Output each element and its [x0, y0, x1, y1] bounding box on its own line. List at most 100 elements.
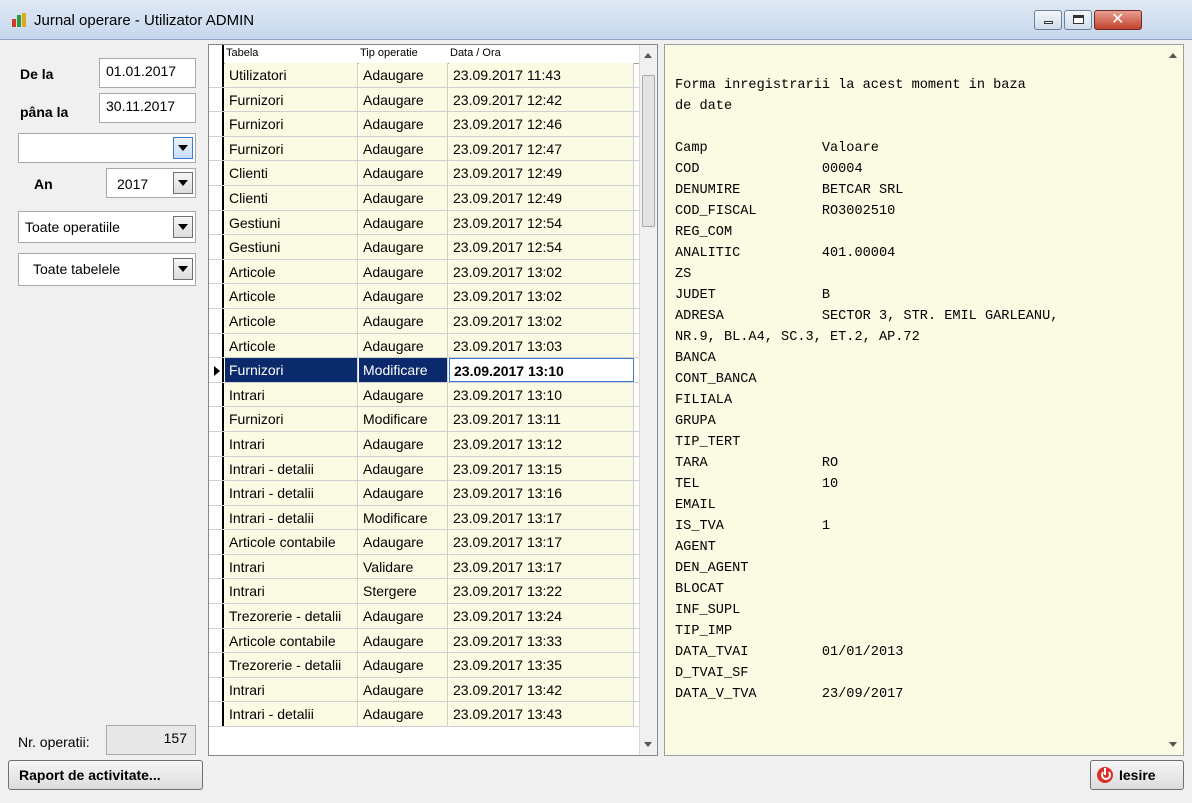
- cell-tip-operatie[interactable]: Modificare: [359, 358, 448, 382]
- cell-tip-operatie[interactable]: Adaugare: [359, 259, 448, 284]
- cell-tabela[interactable]: Furnizori: [225, 358, 358, 382]
- row-indicator[interactable]: [209, 481, 224, 505]
- cell-tabela[interactable]: Intrari: [225, 579, 358, 604]
- minimize-button[interactable]: [1034, 10, 1062, 30]
- col-header-data-ora[interactable]: Data / Ora: [450, 47, 501, 59]
- record-details-memo[interactable]: Forma inregistrarii la acest moment in b…: [664, 44, 1184, 756]
- row-indicator[interactable]: [209, 136, 224, 161]
- year-combo[interactable]: 2017: [106, 168, 196, 198]
- cell-tip-operatie[interactable]: Adaugare: [359, 481, 448, 505]
- table-row[interactable]: Trezorerie - detalii Adaugare 23.09.2017 1…: [209, 604, 639, 629]
- cell-data-ora[interactable]: 23.09.2017 13:10: [449, 382, 634, 407]
- cell-tip-operatie[interactable]: Adaugare: [359, 628, 448, 653]
- table-row[interactable]: Intrari Validare 23.09.2017 13:17: [209, 554, 639, 580]
- cell-data-ora[interactable]: 23.09.2017 12:54: [449, 235, 634, 259]
- table-row[interactable]: Utilizatori Adaugare 23.09.2017 11:43: [209, 63, 639, 88]
- cell-tip-operatie[interactable]: Adaugare: [359, 210, 448, 235]
- row-indicator[interactable]: [209, 456, 224, 481]
- cell-tip-operatie[interactable]: Adaugare: [359, 308, 448, 333]
- close-button[interactable]: ✕: [1094, 9, 1142, 30]
- cell-tabela[interactable]: Articole: [225, 259, 358, 284]
- row-indicator[interactable]: [209, 210, 224, 235]
- row-indicator[interactable]: [209, 407, 224, 431]
- cell-tip-operatie[interactable]: Adaugare: [359, 382, 448, 407]
- table-row[interactable]: Articole Adaugare 23.09.2017 13:02: [209, 259, 639, 285]
- scroll-up-icon[interactable]: [1169, 53, 1177, 58]
- cell-tip-operatie[interactable]: Adaugare: [359, 702, 448, 727]
- row-indicator[interactable]: [209, 87, 224, 112]
- cell-tabela[interactable]: Clienti: [225, 161, 358, 185]
- table-row[interactable]: Furnizori Adaugare 23.09.2017 12:42: [209, 87, 639, 113]
- cell-tip-operatie[interactable]: Adaugare: [359, 653, 448, 677]
- cell-tabela[interactable]: Articole contabile: [225, 628, 358, 653]
- cell-tabela[interactable]: Trezorerie - detalii: [225, 653, 358, 677]
- cell-tabela[interactable]: Articole: [225, 333, 358, 358]
- cell-tip-operatie[interactable]: Adaugare: [359, 185, 448, 210]
- cell-tip-operatie[interactable]: Adaugare: [359, 235, 448, 259]
- cell-tip-operatie[interactable]: Adaugare: [359, 63, 448, 87]
- cell-tabela[interactable]: Furnizori: [225, 112, 358, 136]
- cell-tabela[interactable]: Articole: [225, 308, 358, 333]
- table-row[interactable]: Gestiuni Adaugare 23.09.2017 12:54: [209, 210, 639, 236]
- cell-tabela[interactable]: Trezorerie - detalii: [225, 604, 358, 628]
- cell-data-ora[interactable]: 23.09.2017 12:47: [449, 136, 634, 161]
- row-indicator[interactable]: [209, 259, 224, 284]
- cell-tip-operatie[interactable]: Modificare: [359, 505, 448, 530]
- cell-data-ora[interactable]: 23.09.2017 13:15: [449, 456, 634, 481]
- exit-button[interactable]: Iesire: [1090, 760, 1184, 790]
- cell-tip-operatie[interactable]: Adaugare: [359, 161, 448, 185]
- from-date-field[interactable]: 01.01.2017: [99, 58, 196, 88]
- cell-tip-operatie[interactable]: Adaugare: [359, 677, 448, 702]
- cell-tabela[interactable]: Utilizatori: [225, 63, 358, 87]
- row-indicator[interactable]: [209, 431, 224, 456]
- cell-tabela[interactable]: Clienti: [225, 185, 358, 210]
- to-date-field[interactable]: 30.11.2017: [99, 93, 196, 123]
- cell-data-ora[interactable]: 23.09.2017 13:24: [449, 604, 634, 628]
- tables-combo[interactable]: Toate tabelele: [18, 253, 196, 286]
- table-row[interactable]: Furnizori Modificare 23.09.2017 13:11: [209, 407, 639, 432]
- cell-data-ora[interactable]: 23.09.2017 13:17: [449, 530, 634, 554]
- table-row[interactable]: Clienti Adaugare 23.09.2017 12:49: [209, 185, 639, 211]
- table-row[interactable]: Furnizori Adaugare 23.09.2017 12:47: [209, 136, 639, 162]
- cell-tip-operatie[interactable]: Adaugare: [359, 112, 448, 136]
- cell-tip-operatie[interactable]: Adaugare: [359, 604, 448, 628]
- cell-data-ora[interactable]: 23.09.2017 13:22: [449, 579, 634, 604]
- table-row[interactable]: Articole Adaugare 23.09.2017 13:02: [209, 308, 639, 334]
- cell-tip-operatie[interactable]: Adaugare: [359, 431, 448, 456]
- cell-data-ora[interactable]: 23.09.2017 12:54: [449, 210, 634, 235]
- chevron-down-icon[interactable]: [173, 216, 193, 238]
- col-header-tabela[interactable]: Tabela: [226, 47, 258, 59]
- cell-tabela[interactable]: Intrari: [225, 554, 358, 579]
- table-row[interactable]: Trezorerie - detalii Adaugare 23.09.2017 1…: [209, 653, 639, 678]
- row-indicator[interactable]: [209, 161, 224, 185]
- row-indicator[interactable]: [209, 653, 224, 677]
- table-row[interactable]: Intrari - detalii Modificare 23.09.2017 13…: [209, 505, 639, 531]
- table-row[interactable]: Intrari Stergere 23.09.2017 13:22: [209, 579, 639, 605]
- table-row[interactable]: Gestiuni Adaugare 23.09.2017 12:54: [209, 235, 639, 260]
- scroll-up-icon[interactable]: [644, 53, 652, 58]
- scroll-down-icon[interactable]: [644, 742, 652, 747]
- cell-data-ora[interactable]: 23.09.2017 13:11: [449, 407, 634, 431]
- cell-tabela[interactable]: Furnizori: [225, 136, 358, 161]
- cell-data-ora[interactable]: 23.09.2017 13:33: [449, 628, 634, 653]
- scroll-down-icon[interactable]: [1169, 742, 1177, 747]
- cell-data-ora[interactable]: 23.09.2017 13:17: [449, 505, 634, 530]
- cell-tip-operatie[interactable]: Validare: [359, 554, 448, 579]
- col-header-tip-operatie[interactable]: Tip operatie: [360, 47, 418, 59]
- cell-tip-operatie[interactable]: Adaugare: [359, 530, 448, 554]
- row-indicator[interactable]: [209, 358, 224, 382]
- cell-tabela[interactable]: Intrari: [225, 382, 358, 407]
- row-indicator[interactable]: [209, 628, 224, 653]
- row-indicator[interactable]: [209, 505, 224, 530]
- table-row[interactable]: Furnizori Adaugare 23.09.2017 12:46: [209, 112, 639, 137]
- operations-grid[interactable]: Tabela Tip operatie Data / Ora Utilizato…: [208, 44, 658, 756]
- cell-tabela[interactable]: Intrari: [225, 431, 358, 456]
- cell-tabela[interactable]: Intrari - detalii: [225, 505, 358, 530]
- cell-tabela[interactable]: Intrari: [225, 677, 358, 702]
- cell-data-ora[interactable]: 23.09.2017 13:02: [449, 259, 634, 284]
- cell-tip-operatie[interactable]: Modificare: [359, 407, 448, 431]
- cell-tip-operatie[interactable]: Stergere: [359, 579, 448, 604]
- cell-data-ora[interactable]: 23.09.2017 13:12: [449, 431, 634, 456]
- row-indicator[interactable]: [209, 112, 224, 136]
- cell-tabela[interactable]: Furnizori: [225, 87, 358, 112]
